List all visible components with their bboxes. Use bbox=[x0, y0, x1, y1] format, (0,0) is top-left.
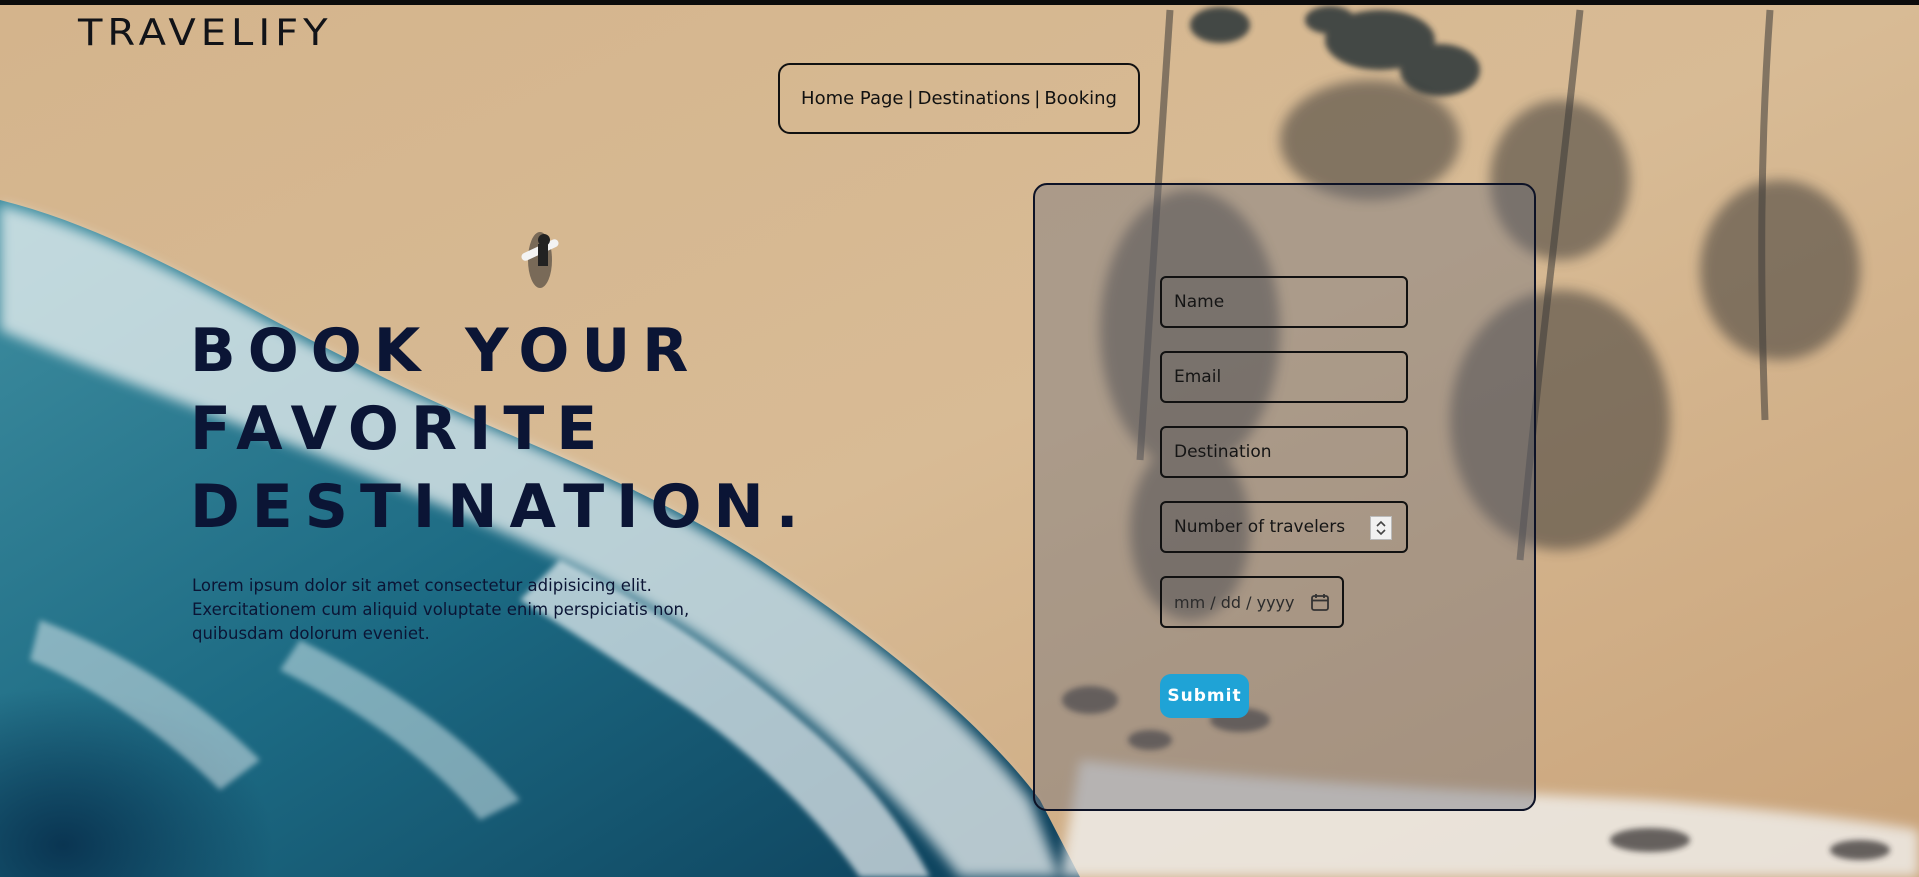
email-input[interactable] bbox=[1174, 367, 1394, 387]
nav-separator: | bbox=[1034, 88, 1041, 109]
hero-title-line-1: BOOK YOUR bbox=[190, 316, 701, 386]
travelers-field[interactable] bbox=[1160, 501, 1408, 553]
date-placeholder: mm / dd / yyyy bbox=[1174, 592, 1295, 612]
hero-title: BOOK YOUR FAVORITE DESTINATION. bbox=[190, 312, 811, 546]
hero-title-line-2: FAVORITE bbox=[190, 394, 610, 464]
hero-description: Lorem ipsum dolor sit amet consectetur a… bbox=[192, 576, 690, 643]
nav-link-destinations[interactable]: Destinations bbox=[918, 88, 1031, 109]
name-input[interactable] bbox=[1174, 292, 1394, 312]
nav-link-booking[interactable]: Booking bbox=[1044, 88, 1117, 109]
date-field[interactable]: mm / dd / yyyy bbox=[1160, 576, 1344, 628]
booking-page: TRAVELIFY Home Page | Destinations | Boo… bbox=[0, 0, 1919, 877]
top-strip bbox=[0, 0, 1919, 5]
brand-logo[interactable]: TRAVELIFY bbox=[78, 12, 333, 54]
destination-field[interactable] bbox=[1160, 426, 1408, 478]
nav-link-home-page[interactable]: Home Page bbox=[801, 88, 903, 109]
booking-form: mm / dd / yyyy Submit bbox=[1033, 183, 1536, 811]
destination-input[interactable] bbox=[1174, 442, 1394, 462]
calendar-icon[interactable] bbox=[1310, 592, 1330, 612]
travelers-input[interactable] bbox=[1174, 517, 1394, 537]
email-field[interactable] bbox=[1160, 351, 1408, 403]
hero-title-line-3: DESTINATION. bbox=[190, 472, 811, 542]
main-nav: Home Page | Destinations | Booking bbox=[778, 63, 1140, 134]
spinner-arrows-icon[interactable] bbox=[1370, 516, 1392, 540]
nav-separator: | bbox=[907, 88, 914, 109]
submit-button[interactable]: Submit bbox=[1160, 674, 1249, 718]
name-field[interactable] bbox=[1160, 276, 1408, 328]
